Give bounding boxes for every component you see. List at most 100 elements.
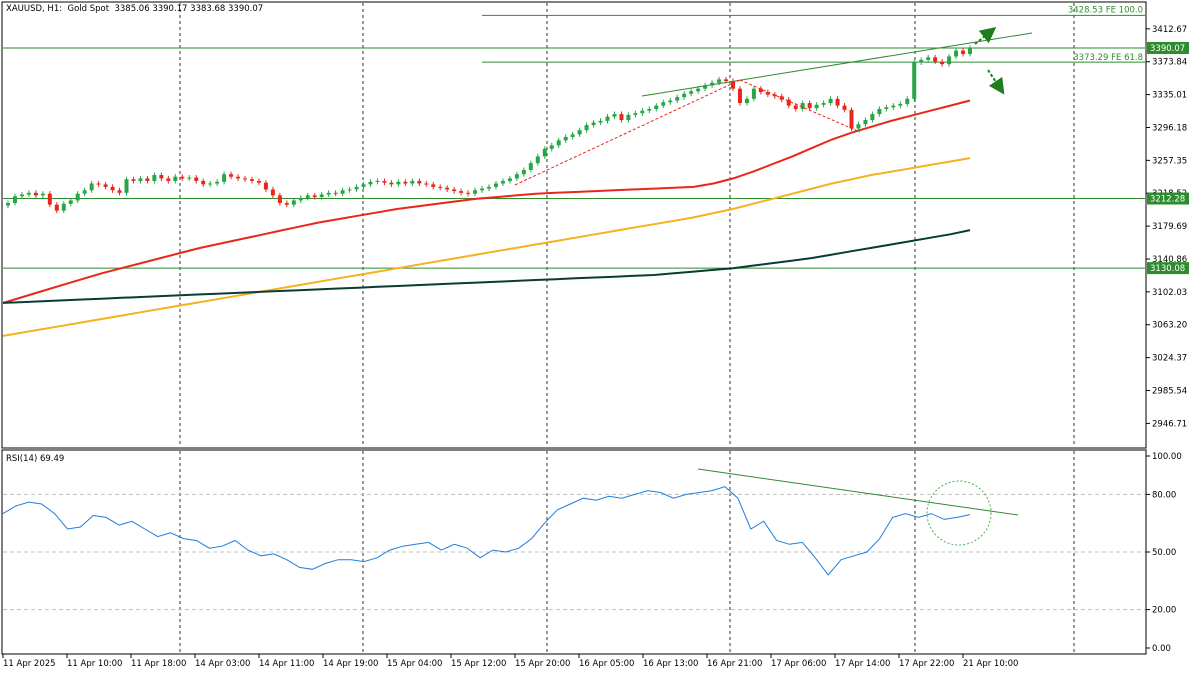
time-tick-label: 16 Apr 13:00 <box>643 659 698 669</box>
ma-line <box>2 157 971 337</box>
candle-body <box>563 136 568 141</box>
candle-body <box>194 177 199 181</box>
level-label: 3373.29 FE 61.8 <box>1073 53 1143 63</box>
candle-body <box>96 183 101 185</box>
candle-body <box>905 98 910 104</box>
time-tick-label: 11 Apr 2025 <box>3 659 56 669</box>
price-pane-frame <box>1 1 1147 449</box>
candle-body <box>863 120 868 125</box>
time-tick-label: 11 Apr 10:00 <box>67 659 122 669</box>
candle-body <box>793 105 798 109</box>
candle-body <box>605 116 610 121</box>
time-tick-label: 17 Apr 06:00 <box>771 659 826 669</box>
candle-body <box>33 192 38 196</box>
candle-body <box>117 190 122 193</box>
candle-body <box>431 184 436 187</box>
price-tick-label: 2946.71 <box>1152 419 1187 429</box>
candle-body <box>89 183 94 191</box>
rsi-series-line <box>2 486 971 576</box>
candle-body <box>821 103 826 105</box>
candle-body <box>243 178 248 180</box>
candle-body <box>229 174 234 177</box>
candle-body <box>807 103 812 109</box>
candle-body <box>438 186 443 188</box>
candle-body <box>744 98 749 104</box>
time-tick-label: 16 Apr 05:00 <box>579 659 634 669</box>
candle-body <box>222 174 227 182</box>
candle-body <box>828 98 833 104</box>
candle-body <box>396 181 401 185</box>
rsi-tick-label: 20.00 <box>1152 606 1176 616</box>
candle-body <box>19 194 24 197</box>
candle-body <box>368 181 373 185</box>
candle-body <box>61 203 66 211</box>
candle-body <box>717 79 722 83</box>
time-tick-label: 15 Apr 20:00 <box>515 659 570 669</box>
candle-body <box>528 163 533 170</box>
candle-body <box>124 179 129 193</box>
price-tick-label: 2985.54 <box>1152 387 1187 397</box>
candle-body <box>263 182 268 190</box>
candle-body <box>591 122 596 126</box>
time-tick-label: 21 Apr 10:00 <box>963 659 1018 669</box>
candle-body <box>375 180 380 182</box>
candle-body <box>173 176 178 181</box>
candle-body <box>570 134 575 137</box>
candle-body <box>201 180 206 185</box>
candle-body <box>507 178 512 181</box>
candle-body <box>535 156 540 164</box>
candle-body <box>208 183 213 185</box>
candle-body <box>131 179 136 181</box>
time-tick-label: 14 Apr 19:00 <box>323 659 378 669</box>
rsi-tick-label: 100.00 <box>1152 452 1182 462</box>
candle-body <box>898 103 903 106</box>
candle-body <box>68 200 73 204</box>
candle-body <box>236 176 241 179</box>
candle-body <box>877 108 882 115</box>
ma-line <box>2 99 971 304</box>
horizontal-levels <box>3 14 1145 269</box>
candle-body <box>619 114 624 121</box>
ma-line <box>2 229 971 304</box>
candle-body <box>682 93 687 98</box>
candle-body <box>926 57 931 60</box>
time-grid <box>179 3 1075 653</box>
candle-body <box>500 180 505 184</box>
candle-body <box>856 124 861 129</box>
candle-body <box>110 186 115 191</box>
price-tick-label: 3373.84 <box>1152 58 1187 68</box>
candle-body <box>417 180 422 184</box>
rally-dashed-line <box>514 79 741 186</box>
candle-body <box>277 195 282 203</box>
candle-body <box>584 125 589 131</box>
candle-body <box>54 204 59 211</box>
candle-body <box>884 107 889 109</box>
candle-body <box>47 193 52 205</box>
candle-body <box>26 192 31 195</box>
candle-body <box>493 183 498 187</box>
time-tick-label: 14 Apr 11:00 <box>259 659 314 669</box>
time-axis: 11 Apr 2025 11 Apr 10:00 11 Apr 18:00 14 Ap… <box>2 654 1018 669</box>
candle-body <box>284 202 289 205</box>
candle-body <box>542 148 547 157</box>
time-tick-label: 15 Apr 12:00 <box>451 659 506 669</box>
rsi-tick-label: 80.00 <box>1152 490 1176 500</box>
candle-body <box>689 91 694 94</box>
level-label: 3390.07 <box>1150 44 1185 54</box>
symbol-header: XAUUSD, H1: Gold Spot 3385.06 3390.17 33… <box>6 4 264 14</box>
bearish-arrow-icon <box>987 69 1005 95</box>
candle-body <box>326 192 331 195</box>
price-tick-label: 3412.67 <box>1152 25 1187 35</box>
pullback-dashed-line <box>739 79 861 133</box>
candle-body <box>340 190 345 194</box>
candle-body <box>466 192 471 194</box>
candle-body <box>403 181 408 184</box>
candle-body <box>480 188 485 191</box>
candle-body <box>382 180 387 183</box>
candle-body <box>159 175 164 179</box>
candle-body <box>166 178 171 181</box>
time-tick-label: 17 Apr 14:00 <box>835 659 890 669</box>
candle-body <box>891 105 896 108</box>
candle-body <box>424 183 429 185</box>
candle-body <box>354 186 359 190</box>
